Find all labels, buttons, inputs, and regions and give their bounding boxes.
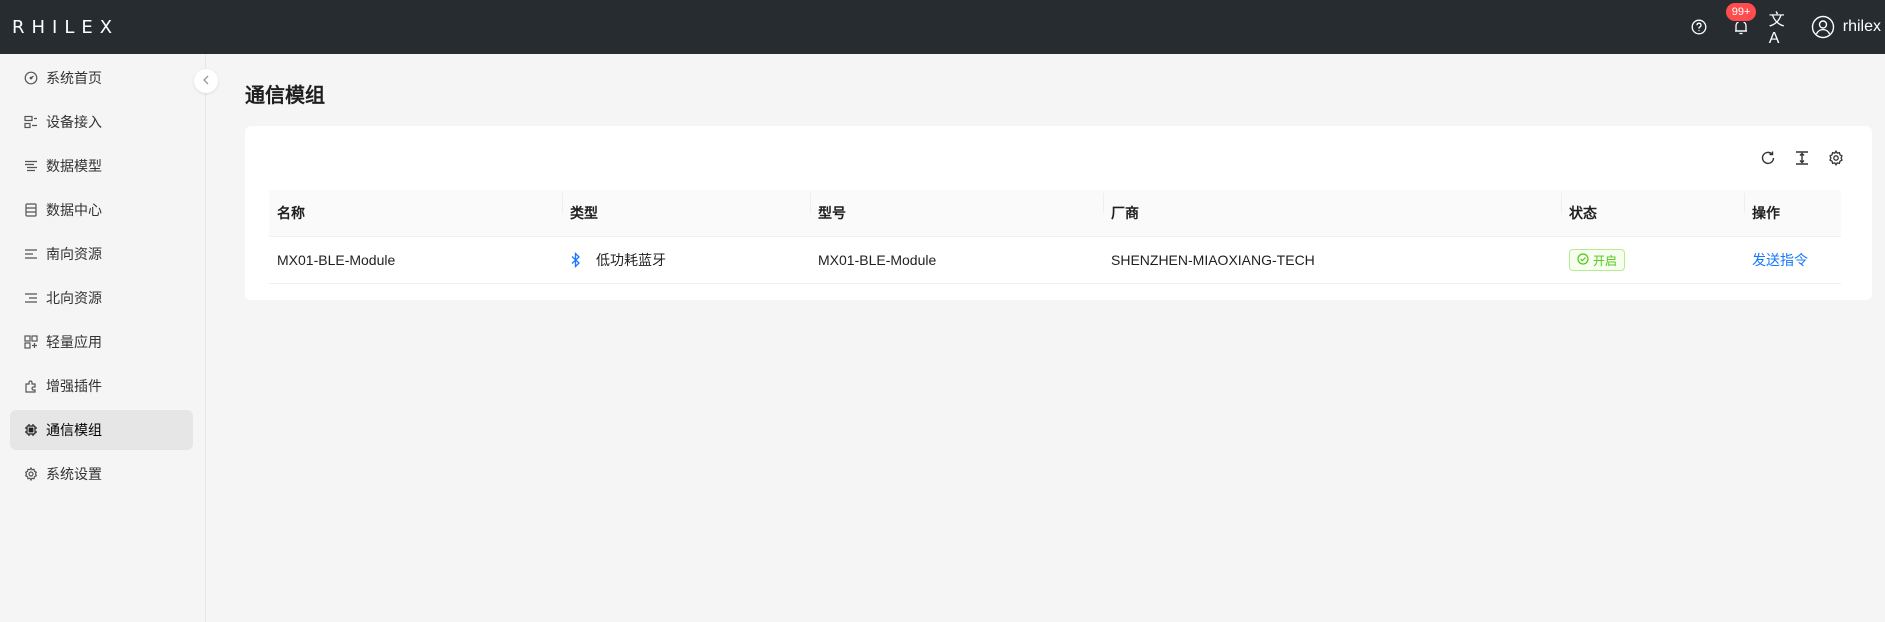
datamodel-icon bbox=[24, 159, 38, 173]
column-header-actions: 操作 bbox=[1744, 193, 1841, 223]
dashboard-icon bbox=[24, 71, 38, 85]
sidebar-item-label: 系统设置 bbox=[46, 466, 102, 482]
cell-type: 低功耗蓝牙 bbox=[562, 250, 810, 270]
user-menu[interactable]: rhilex bbox=[1811, 15, 1881, 39]
sidebar-item-label: 数据模型 bbox=[46, 158, 102, 174]
bell-icon[interactable]: 99+ bbox=[1724, 2, 1758, 37]
cell-model: MX01-BLE-Module bbox=[818, 252, 937, 268]
send-command-link[interactable]: 发送指令 bbox=[1752, 252, 1808, 268]
user-avatar-icon bbox=[1811, 15, 1835, 39]
cell-actions: 发送指令 bbox=[1744, 250, 1841, 270]
sidebar-item-devices[interactable]: 设备接入 bbox=[10, 102, 193, 142]
sidebar-item-plugins[interactable]: 增强插件 bbox=[10, 366, 193, 406]
reload-icon[interactable] bbox=[1759, 149, 1777, 167]
app-logo[interactable]: RHILEX bbox=[12, 17, 119, 38]
sidebar-item-label: 轻量应用 bbox=[46, 334, 102, 350]
cell-vendor: SHENZHEN-MIAOXIANG-TECH bbox=[1111, 252, 1315, 268]
column-header-model: 型号 bbox=[810, 193, 1103, 223]
south-resource-icon bbox=[24, 247, 38, 261]
table-toolbar bbox=[1759, 149, 1845, 167]
sidebar-item-dashboard[interactable]: 系统首页 bbox=[10, 58, 193, 98]
table-row: MX01-BLE-Module 低功耗蓝牙 MX01-BLE-Module SH… bbox=[269, 237, 1841, 284]
sidebar-item-label: 增强插件 bbox=[46, 378, 102, 394]
column-header-status: 状态 bbox=[1561, 193, 1744, 223]
sidebar-item-apps[interactable]: 轻量应用 bbox=[10, 322, 193, 362]
column-header-name: 名称 bbox=[277, 205, 305, 221]
sidebar-item-settings[interactable]: 系统设置 bbox=[10, 454, 193, 494]
modules-table: 名称 类型 型号 厂商 状态 操作 MX01-BLE-Module 低功耗蓝牙 … bbox=[269, 190, 1841, 284]
sidebar: 系统首页 设备接入 数据模型 数据中心 南向资源 北向资源 轻量应用 增强插件 … bbox=[0, 54, 218, 622]
database-icon bbox=[24, 203, 38, 217]
bluetooth-icon bbox=[570, 251, 584, 269]
sidebar-item-comm-module[interactable]: 通信模组 bbox=[10, 410, 193, 450]
sidebar-item-south-resource[interactable]: 南向资源 bbox=[10, 234, 193, 274]
setting-icon[interactable] bbox=[1827, 149, 1845, 167]
sidebar-item-label: 数据中心 bbox=[46, 202, 102, 218]
sidebar-item-label: 北向资源 bbox=[46, 290, 102, 306]
cell-type-label: 低功耗蓝牙 bbox=[596, 252, 666, 268]
sidebar-item-label: 通信模组 bbox=[46, 422, 102, 438]
translate-icon[interactable]: 文A bbox=[1769, 12, 1789, 47]
table-card: 名称 类型 型号 厂商 状态 操作 MX01-BLE-Module 低功耗蓝牙 … bbox=[245, 126, 1872, 300]
sidebar-menu: 系统首页 设备接入 数据模型 数据中心 南向资源 北向资源 轻量应用 增强插件 … bbox=[10, 54, 193, 494]
status-label: 开启 bbox=[1593, 253, 1618, 268]
sidebar-item-datamodel[interactable]: 数据模型 bbox=[10, 146, 193, 186]
notification-badge: 99+ bbox=[1724, 2, 1758, 22]
sidebar-item-north-resource[interactable]: 北向资源 bbox=[10, 278, 193, 318]
sidebar-item-label: 系统首页 bbox=[46, 70, 102, 86]
plugin-icon bbox=[24, 379, 38, 393]
column-header-vendor: 厂商 bbox=[1103, 193, 1561, 223]
username: rhilex bbox=[1842, 18, 1881, 35]
sidebar-item-datacenter[interactable]: 数据中心 bbox=[10, 190, 193, 230]
sidebar-item-label: 设备接入 bbox=[46, 114, 102, 130]
cell-status: 开启 bbox=[1561, 249, 1744, 271]
device-icon bbox=[24, 115, 38, 129]
topbar-actions: 99+ 文A rhilex bbox=[1689, 0, 1885, 54]
check-circle-icon bbox=[1577, 252, 1589, 268]
help-icon[interactable] bbox=[1689, 17, 1709, 37]
settings-icon bbox=[24, 467, 38, 481]
north-resource-icon bbox=[24, 291, 38, 305]
top-navbar: RHILEX 99+ 文A rhilex bbox=[0, 0, 1885, 54]
main-content: 通信模组 名称 类型 型号 厂商 状态 操作 MX01-BLE-Module 低… bbox=[207, 54, 1885, 622]
page-title: 通信模组 bbox=[245, 85, 325, 107]
column-header-type: 类型 bbox=[562, 193, 810, 223]
sidebar-item-label: 南向资源 bbox=[46, 246, 102, 262]
chip-icon bbox=[24, 423, 38, 437]
status-badge: 开启 bbox=[1569, 249, 1626, 271]
app-icon bbox=[24, 335, 38, 349]
column-height-icon[interactable] bbox=[1793, 149, 1811, 167]
table-header: 名称 类型 型号 厂商 状态 操作 bbox=[269, 190, 1841, 237]
cell-name: MX01-BLE-Module bbox=[277, 252, 396, 268]
